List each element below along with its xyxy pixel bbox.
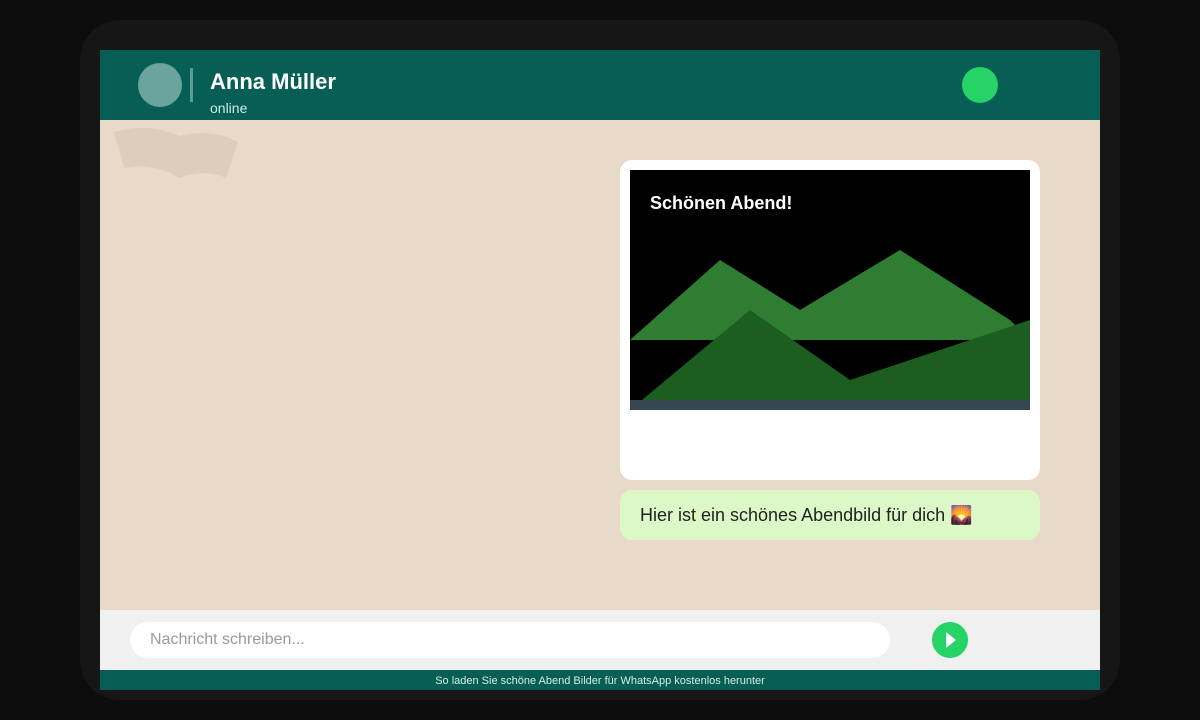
- contact-avatar[interactable]: [138, 63, 182, 107]
- image-message-bubble[interactable]: Schönen Abend!: [620, 160, 1040, 480]
- text-message-bubble[interactable]: Hier ist ein schönes Abendbild für dich …: [620, 490, 1040, 540]
- footer-caption: So laden Sie schöne Abend Bilder für Wha…: [100, 670, 1100, 690]
- call-button[interactable]: [962, 67, 998, 103]
- wallpaper-doodle-icon: [114, 127, 238, 178]
- message-input[interactable]: [130, 622, 890, 658]
- header-divider: [190, 68, 193, 102]
- contact-status: online: [210, 100, 248, 116]
- image-caption: Schönen Abend!: [650, 193, 793, 213]
- contact-name[interactable]: Anna Müller: [210, 69, 336, 95]
- message-composer: [100, 610, 1100, 670]
- evening-landscape-image[interactable]: Schönen Abend!: [630, 170, 1030, 410]
- chat-screen: Anna Müller online Schönen Abend! Hier i…: [100, 50, 1100, 690]
- send-icon: [946, 632, 956, 648]
- send-button[interactable]: [932, 622, 968, 658]
- chat-header: Anna Müller online: [100, 50, 1100, 120]
- message-text: Hier ist ein schönes Abendbild für dich …: [640, 505, 973, 525]
